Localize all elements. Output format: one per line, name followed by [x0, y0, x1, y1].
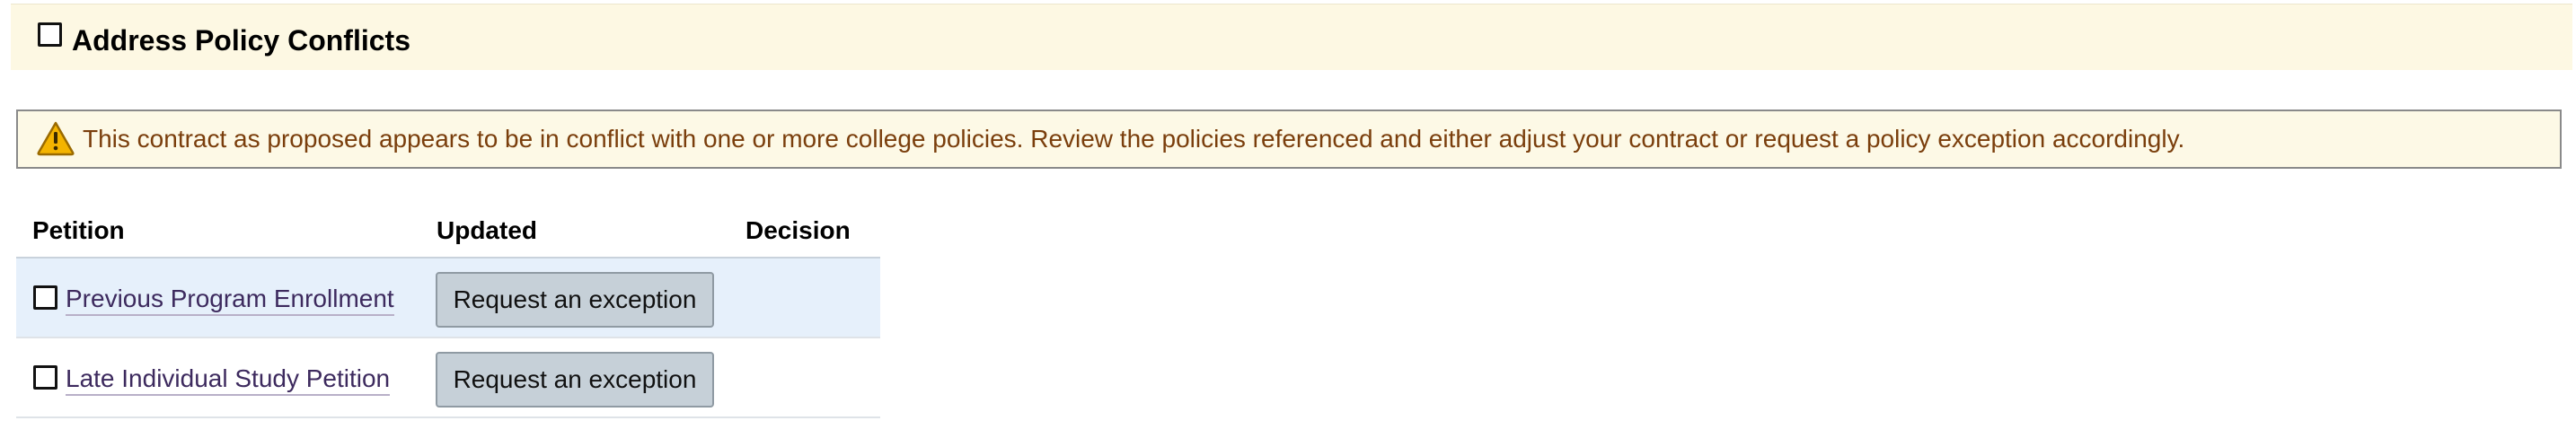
section-header: Address Policy Conflicts: [11, 4, 2572, 70]
column-header-petition: Petition: [32, 216, 125, 244]
table-row: Late Individual Study Petition Request a…: [16, 338, 880, 418]
policy-conflicts-page: Address Policy Conflicts This contract a…: [0, 0, 2576, 447]
table-row: Previous Program Enrollment Request an e…: [16, 259, 880, 338]
petition-link-previous-program-enrollment[interactable]: Previous Program Enrollment: [66, 284, 394, 316]
table-header: Petition Updated Decision: [16, 203, 880, 259]
section-title: Address Policy Conflicts: [72, 24, 410, 57]
row-checkbox[interactable]: [33, 365, 57, 390]
request-exception-button[interactable]: Request an exception: [436, 272, 714, 328]
warning-icon: [37, 121, 75, 156]
petition-link-late-individual-study[interactable]: Late Individual Study Petition: [66, 364, 391, 396]
column-header-updated: Updated: [437, 216, 537, 244]
petition-table: Petition Updated Decision Previous Progr…: [16, 203, 880, 418]
policy-warning-alert: This contract as proposed appears to be …: [16, 110, 2562, 169]
alert-message: This contract as proposed appears to be …: [83, 125, 2185, 153]
column-header-decision: Decision: [745, 216, 851, 244]
row-checkbox[interactable]: [33, 285, 57, 310]
section-checkbox[interactable]: [38, 22, 62, 47]
request-exception-button[interactable]: Request an exception: [436, 352, 714, 408]
